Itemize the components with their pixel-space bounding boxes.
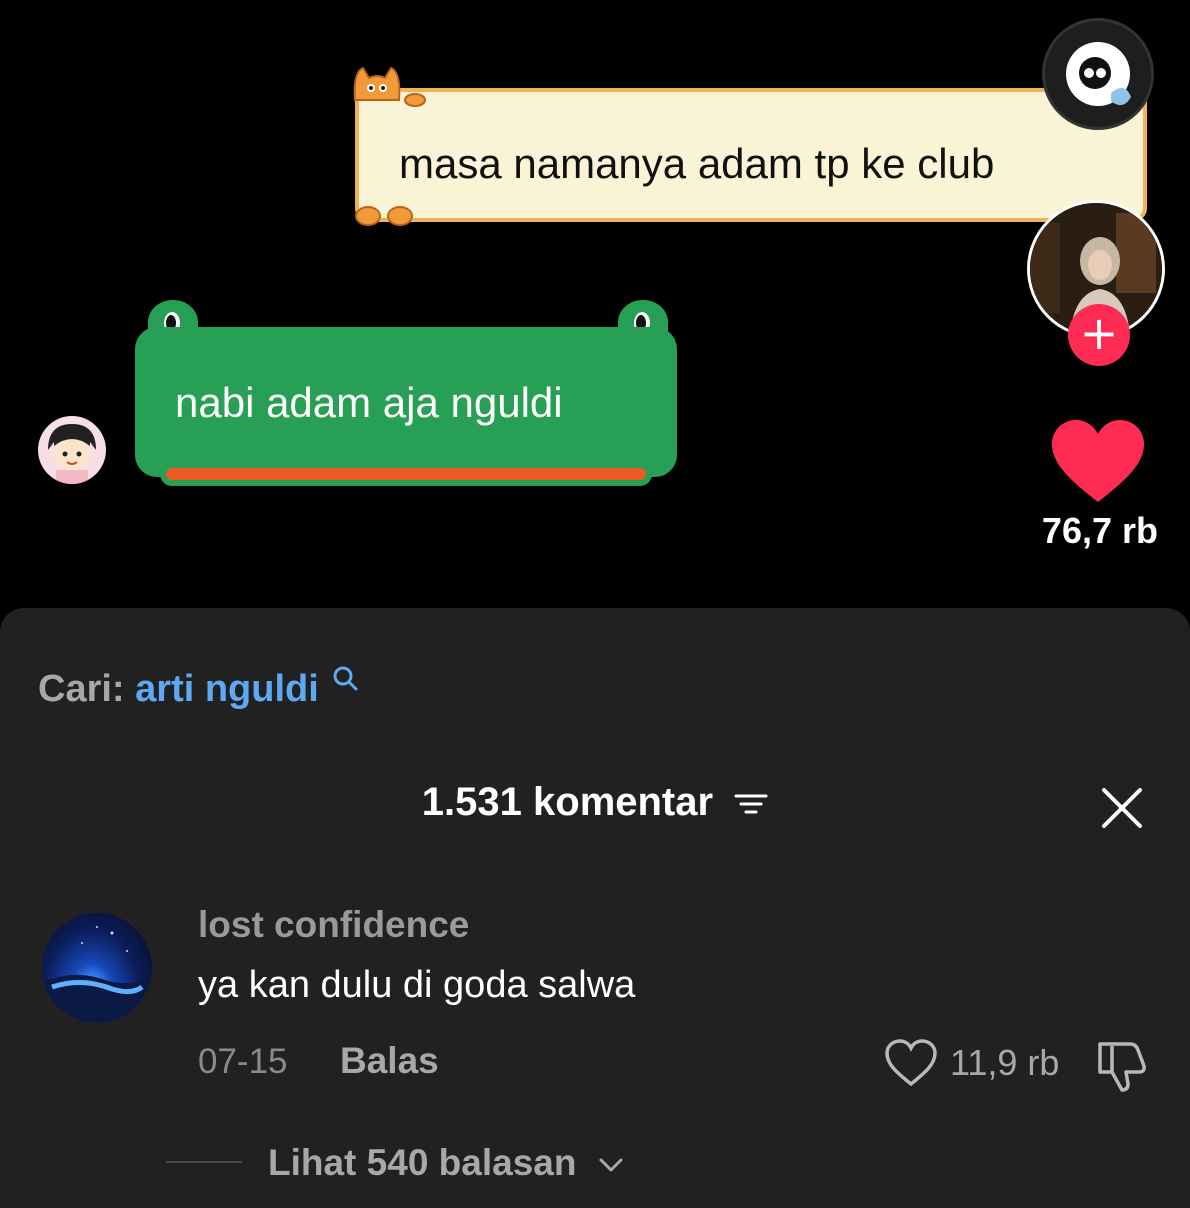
paws-sticker-icon [355,206,413,226]
caption-bubble-bottom: nabi adam aja nguldi [135,327,677,477]
search-label: Cari: [38,668,125,710]
comment-date: 07-15 [198,1042,288,1081]
sound-disc-icon[interactable] [1042,18,1154,130]
thumbs-down-icon[interactable] [1094,1036,1150,1094]
caption-bubble-top: masa namanya adam tp ke club [355,88,1147,222]
like-count: 76,7 rb [1041,510,1158,551]
comment-username[interactable]: lost confidence [198,904,469,946]
sort-filter-icon[interactable] [734,790,768,818]
search-icon[interactable] [331,664,359,692]
view-replies-label: Lihat 540 balasan [268,1142,577,1183]
view-replies-button[interactable]: Lihat 540 balasan [268,1142,625,1184]
commenter-avatar[interactable] [42,913,152,1023]
caption-top-text: masa namanya adam tp ke club [399,140,995,187]
comment-sheet: Cari: arti nguldi 1.531 komentar lost co… [0,608,1190,1208]
cat-sticker-icon [353,66,426,107]
comment-heart-icon[interactable] [884,1038,938,1088]
reply-button[interactable]: Balas [340,1040,439,1082]
caption-underline-bar [160,462,652,486]
cartoon-girl-avatar [38,416,106,484]
search-term-link[interactable]: arti nguldi [135,668,319,710]
comment-text: ya kan dulu di goda salwa [198,964,636,1006]
caption-bottom-text: nabi adam aja nguldi [175,379,563,426]
chevron-down-icon [599,1158,623,1172]
follow-plus-button[interactable]: + [1068,304,1130,366]
comments-header: 1.531 komentar [0,780,1190,825]
comment-count-title: 1.531 komentar [421,780,714,824]
close-icon[interactable] [1100,786,1144,830]
video-area[interactable]: masa namanya adam tp ke club nabi adam a… [0,0,1190,620]
replies-divider [166,1161,242,1163]
heart-icon[interactable] [1050,418,1146,504]
search-suggestion[interactable]: Cari: arti nguldi [38,666,359,711]
comment-like-count: 11,9 rb [950,1042,1060,1083]
